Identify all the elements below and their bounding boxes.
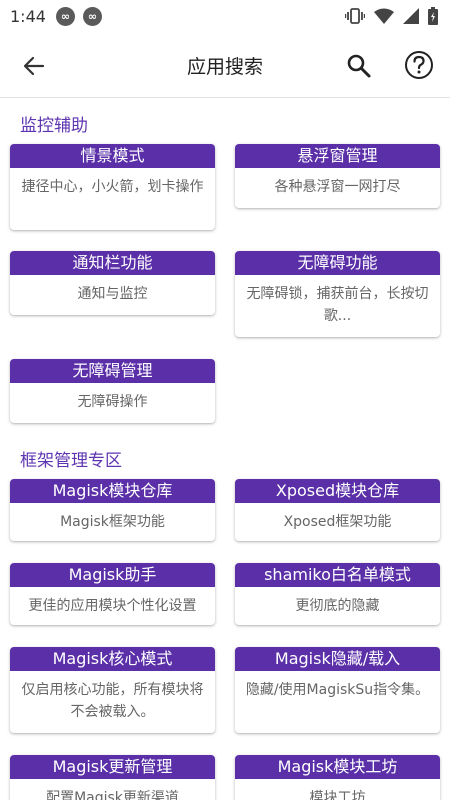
card-title: 通知栏功能 bbox=[10, 251, 215, 275]
card-xposed-repo[interactable]: Xposed模块仓库 Xposed框架功能 bbox=[235, 479, 440, 541]
card-title: 悬浮窗管理 bbox=[235, 144, 440, 168]
card-title: Magisk隐藏/载入 bbox=[235, 647, 440, 671]
card-desc: 通知与监控 bbox=[77, 286, 148, 302]
feature-list[interactable]: 监控辅助 情景模式 捷径中心，小火箭，划卡操作 悬浮窗管理 各种悬浮窗一网打尽 … bbox=[0, 99, 450, 800]
infinity-badge-icon: ∞ bbox=[82, 6, 102, 26]
search-icon bbox=[347, 54, 371, 78]
card-desc: 各种悬浮窗一网打尽 bbox=[274, 179, 401, 195]
page-title: 应用搜索 bbox=[186, 56, 263, 78]
card-magisk-repo[interactable]: Magisk模块仓库 Magisk框架功能 bbox=[10, 479, 215, 541]
card-shamiko-whitelist[interactable]: shamiko白名单模式 更彻底的隐藏 bbox=[235, 563, 440, 625]
infinity-badge-icon: ∞ bbox=[55, 6, 75, 26]
card-title: 无障碍管理 bbox=[10, 359, 215, 383]
card-desc: 隐藏/使用MagiskSu指令集。 bbox=[245, 682, 430, 698]
section-title-framework: 框架管理专区 bbox=[20, 451, 122, 471]
card-floating-window[interactable]: 悬浮窗管理 各种悬浮窗一网打尽 bbox=[235, 144, 440, 208]
card-accessibility-manage[interactable]: 无障碍管理 无障碍操作 bbox=[10, 359, 215, 423]
vibrate-icon bbox=[345, 8, 365, 24]
card-title: Magisk助手 bbox=[10, 563, 215, 587]
status-icons bbox=[345, 7, 438, 25]
help-icon bbox=[405, 51, 433, 79]
wifi-icon bbox=[374, 8, 394, 24]
card-title: Magisk核心模式 bbox=[10, 647, 215, 671]
card-magisk-helper[interactable]: Magisk助手 更佳的应用模块个性化设置 bbox=[10, 563, 215, 625]
battery-icon bbox=[428, 7, 438, 25]
help-button[interactable] bbox=[404, 50, 434, 80]
card-magisk-core-mode[interactable]: Magisk核心模式 仅启用核心功能，所有模块将不会被载入。 bbox=[10, 647, 215, 733]
search-button[interactable] bbox=[345, 52, 373, 80]
card-desc: 仅启用核心功能，所有模块将不会被载入。 bbox=[21, 682, 204, 720]
card-title: Xposed模块仓库 bbox=[235, 479, 440, 503]
card-title: shamiko白名单模式 bbox=[235, 563, 440, 587]
card-title: Magisk模块仓库 bbox=[10, 479, 215, 503]
card-title: 情景模式 bbox=[10, 144, 215, 168]
card-magisk-workshop[interactable]: Magisk模块工坊 模块工坊 bbox=[235, 755, 440, 800]
card-title: 无障碍功能 bbox=[235, 251, 440, 275]
card-accessibility-function[interactable]: 无障碍功能 无障碍锁，捕获前台，长按切歌... bbox=[235, 251, 440, 337]
status-time: 1:44 bbox=[10, 6, 46, 26]
card-desc: 更佳的应用模块个性化设置 bbox=[28, 598, 197, 614]
card-desc: 无障碍操作 bbox=[77, 394, 148, 410]
section-title-monitor: 监控辅助 bbox=[20, 116, 88, 136]
card-desc: Magisk框架功能 bbox=[60, 514, 165, 530]
card-desc: Xposed框架功能 bbox=[283, 514, 392, 530]
card-desc: 模块工坊 bbox=[309, 790, 366, 800]
card-desc: 更彻底的隐藏 bbox=[295, 598, 380, 614]
app-bar: 应用搜索 bbox=[0, 32, 450, 98]
card-magisk-hide-load[interactable]: Magisk隐藏/载入 隐藏/使用MagiskSu指令集。 bbox=[235, 647, 440, 733]
card-notification[interactable]: 通知栏功能 通知与监控 bbox=[10, 251, 215, 315]
card-title: Magisk更新管理 bbox=[10, 755, 215, 779]
card-magisk-update[interactable]: Magisk更新管理 配置Magisk更新渠道 bbox=[10, 755, 215, 800]
card-title: Magisk模块工坊 bbox=[235, 755, 440, 779]
card-scene-mode[interactable]: 情景模式 捷径中心，小火箭，划卡操作 bbox=[10, 144, 215, 230]
card-desc: 无障碍锁，捕获前台，长按切歌... bbox=[246, 286, 429, 324]
card-desc: 配置Magisk更新渠道 bbox=[46, 790, 179, 800]
status-bar: 1:44 ∞ ∞ bbox=[0, 0, 450, 32]
signal-icon bbox=[403, 8, 419, 24]
card-desc: 捷径中心，小火箭，划卡操作 bbox=[21, 179, 204, 195]
